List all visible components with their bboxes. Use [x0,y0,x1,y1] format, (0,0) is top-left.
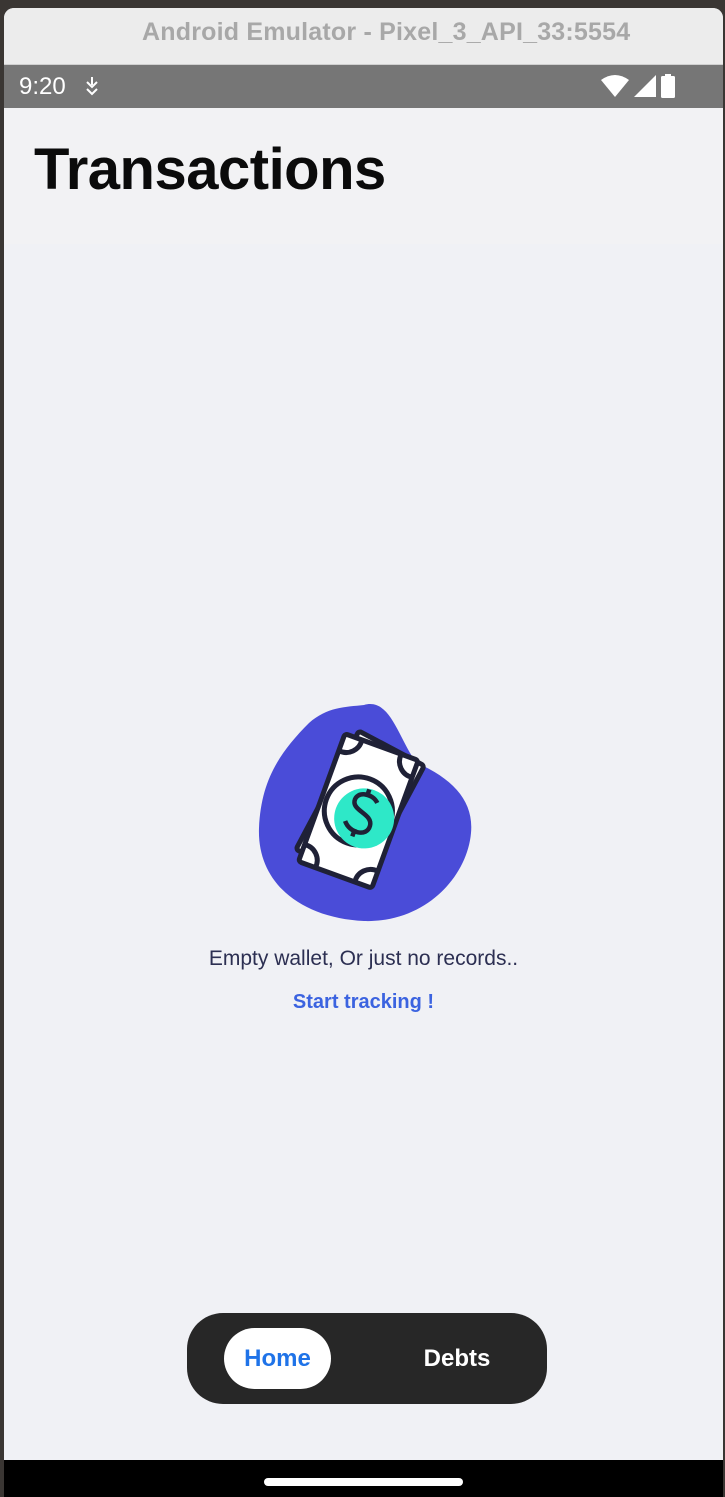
nav-debts-button[interactable]: Debts [402,1328,512,1389]
nav-home-button[interactable]: Home [224,1328,331,1389]
money-bill-icon [258,704,471,922]
app-screen: Transactions Empty wallet, Or just no re… [4,108,723,1460]
emulator-window: Android Emulator - Pixel_3_API_33:5554 9… [4,8,723,1497]
download-icon [84,75,100,102]
status-time: 9:20 [19,73,66,100]
status-icons [601,74,675,103]
bottom-nav: Home Debts [187,1313,547,1404]
emulator-title-bar[interactable]: Android Emulator - Pixel_3_API_33:5554 [4,8,723,65]
battery-icon [661,74,675,103]
app-header: Transactions [4,108,723,244]
system-nav-bar [4,1460,723,1497]
empty-state: Empty wallet, Or just no records.. Start… [4,693,723,1014]
home-gesture-handle[interactable] [264,1478,463,1486]
page-title: Transactions [34,137,386,202]
empty-message: Empty wallet, Or just no records.. [208,947,519,970]
signal-icon [633,74,657,103]
emulator-title: Android Emulator - Pixel_3_API_33:5554 [142,18,631,46]
status-bar: 9:20 [4,65,723,108]
wifi-icon [601,74,629,103]
start-tracking-link[interactable]: Start tracking ! [4,991,723,1014]
